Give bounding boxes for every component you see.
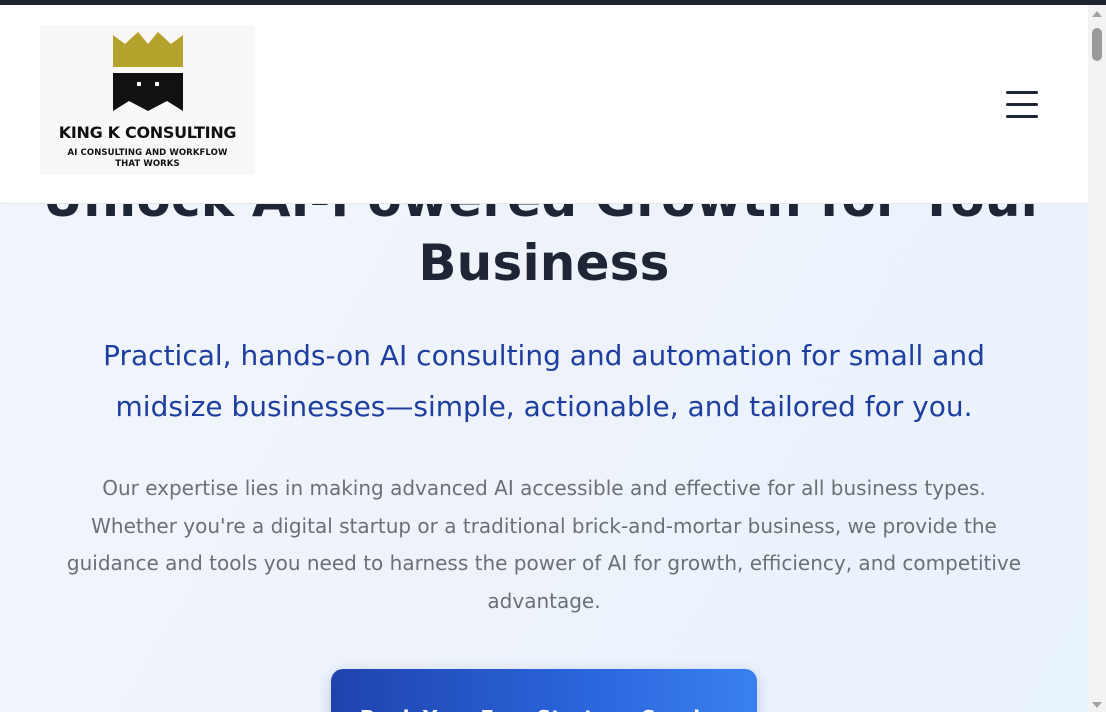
hero-description-line-2: Whether you're a digital startup or a tr… — [91, 513, 997, 538]
hero-subtitle-line-1: Practical, hands-on AI consulting and au… — [103, 339, 985, 372]
hero-title-line-2: Business — [418, 234, 670, 292]
scroll-up-arrow-icon[interactable] — [1092, 11, 1102, 17]
logo-tagline: AI CONSULTING AND WORKFLOW THAT WORKS — [54, 148, 241, 170]
hero-description: Our expertise lies in making advanced AI… — [40, 470, 1048, 620]
vertical-scrollbar[interactable] — [1088, 5, 1106, 712]
hamburger-icon-bar — [1006, 103, 1038, 106]
hamburger-menu-button[interactable] — [1000, 87, 1044, 123]
scroll-down-arrow-icon[interactable] — [1092, 702, 1102, 708]
scrollbar-thumb[interactable] — [1092, 28, 1102, 61]
hamburger-icon — [1006, 91, 1038, 94]
page-viewport: Unlock AI-Powered Growth for Your Busine… — [0, 5, 1088, 712]
hero-description-line-3: guidance and tools you need to harness t… — [66, 551, 1022, 575]
hero-description-line-1: Our expertise lies in making advanced AI… — [102, 476, 986, 500]
logo-tagline-line-2: THAT WORKS — [115, 159, 180, 169]
site-logo[interactable]: KING K CONSULTING AI CONSULTING AND WORK… — [40, 25, 255, 175]
book-strategy-session-button[interactable]: Book Your Free Strategy Session — [331, 669, 757, 712]
hamburger-icon-bar — [1006, 115, 1038, 118]
logo-wordmark: KING K CONSULTING — [58, 123, 237, 142]
hero-description-line-4: advantage. — [487, 588, 601, 613]
logo-tagline-line-1: AI CONSULTING AND WORKFLOW — [67, 148, 228, 158]
site-header: KING K CONSULTING AI CONSULTING AND WORK… — [0, 5, 1088, 204]
hero-subtitle: Practical, hands-on AI consulting and au… — [60, 330, 1028, 432]
hero-subtitle-line-2: midsize businesses—simple, actionable, a… — [115, 390, 973, 423]
